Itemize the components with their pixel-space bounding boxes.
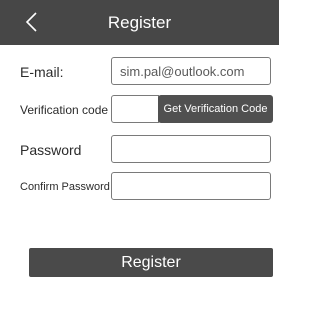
password-label: Password (20, 142, 82, 158)
page-title: Register (107, 13, 172, 32)
confirm-password-row: Confirm Password (0, 172, 279, 202)
confirm-password-field[interactable] (111, 172, 271, 200)
password-field[interactable] (111, 135, 271, 163)
email-label: E-mail: (20, 64, 64, 80)
register-button[interactable]: Register (29, 248, 273, 277)
email-row: E-mail: (0, 57, 279, 87)
verification-row: Verification code Get Verification Code (0, 95, 279, 125)
verification-code-label: Verification code (20, 103, 109, 117)
password-row: Password (0, 135, 279, 165)
email-field[interactable] (111, 57, 271, 85)
app-header: Register (0, 0, 279, 45)
verification-code-field[interactable] (111, 95, 159, 123)
confirm-password-label: Confirm Password (20, 181, 110, 193)
get-verification-code-button[interactable]: Get Verification Code (158, 95, 273, 123)
